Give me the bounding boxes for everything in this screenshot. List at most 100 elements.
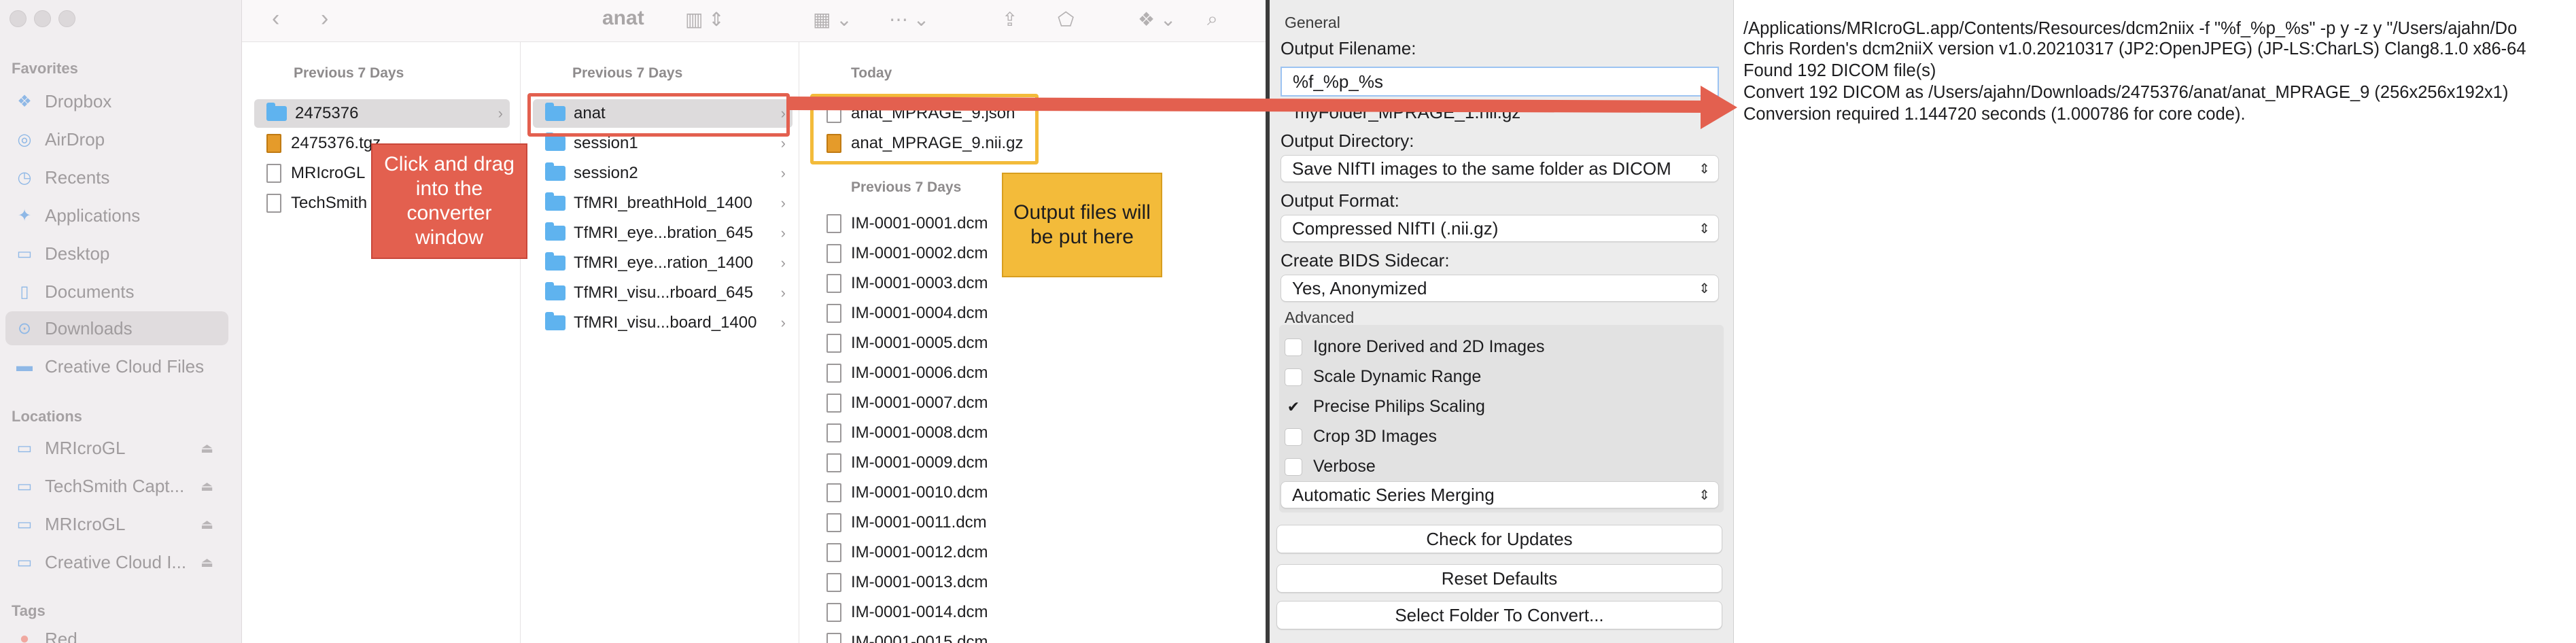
list-item[interactable]: session2 ›	[533, 159, 793, 188]
archive-icon	[266, 134, 281, 153]
list-item[interactable]: IM-0001-0006.dcm	[818, 359, 1049, 387]
list-item[interactable]: TfMRI_visu...rboard_645 ›	[533, 279, 793, 307]
finder-sidebar: Favorites ❖ Dropbox ◎ AirDrop ◷ Recents ✦ Ap…	[0, 0, 242, 643]
dicom-file-icon	[826, 364, 841, 383]
close-window-button[interactable]	[10, 10, 27, 27]
crop-3d-checkbox[interactable]: Crop 3D Images	[1285, 427, 1437, 447]
sidebar-item-applications[interactable]: ✦ Applications	[5, 198, 228, 232]
select-folder-button[interactable]: Select Folder To Convert...	[1276, 601, 1722, 629]
sidebar-item-airdrop[interactable]: ◎ AirDrop	[5, 122, 228, 156]
eject-icon[interactable]: ⏏	[201, 478, 213, 495]
list-item[interactable]: 2475376 ›	[254, 99, 510, 128]
chevron-right-icon: ›	[780, 194, 786, 211]
list-item[interactable]: TfMRI_visu...board_1400 ›	[533, 309, 793, 337]
sidebar-item-tag-red[interactable]: ● Red	[5, 625, 228, 643]
output-directory-select[interactable]: Save NIfTI images to the same folder as …	[1281, 155, 1719, 182]
reset-defaults-button[interactable]: Reset Defaults	[1276, 564, 1722, 593]
folder-icon	[545, 192, 565, 211]
finder-window: Favorites ❖ Dropbox ◎ AirDrop ◷ Recents ✦ Ap…	[0, 0, 1266, 643]
sidebar-item-creative-cloud[interactable]: ▬ Creative Cloud Files	[5, 349, 228, 383]
list-item[interactable]: IM-0001-0011.dcm	[818, 508, 1049, 537]
dicom-file-icon	[826, 423, 841, 442]
sidebar-item-downloads[interactable]: ⊙ Downloads	[5, 311, 228, 345]
ignore-derived-checkbox[interactable]: Ignore Derived and 2D Images	[1285, 337, 1544, 357]
red-tag-icon: ●	[19, 629, 30, 643]
conversion-log[interactable]: /Applications/MRIcroGL.app/Contents/Reso…	[1733, 0, 2576, 643]
eject-icon[interactable]: ⏏	[201, 554, 213, 571]
list-item[interactable]: IM-0001-0012.dcm	[818, 538, 1049, 567]
search-icon[interactable]: ⌕	[1207, 8, 1218, 31]
eject-icon[interactable]: ⏏	[201, 516, 213, 533]
bids-sidecar-label: Create BIDS Sidecar:	[1281, 250, 1450, 271]
back-icon[interactable]: ‹	[272, 5, 279, 32]
verbose-checkbox[interactable]: Verbose	[1285, 457, 1376, 476]
precise-philips-scaling-checkbox[interactable]: ✔ Precise Philips Scaling	[1285, 397, 1485, 417]
airdrop-icon: ◎	[17, 130, 32, 149]
sidebar-item-location[interactable]: ▭ MRIcroGL ⏏	[5, 431, 228, 465]
folder-icon	[545, 312, 565, 330]
eject-icon[interactable]: ⏏	[201, 440, 213, 457]
checkbox[interactable]	[1285, 428, 1302, 446]
list-item[interactable]: IM-0001-0008.dcm	[818, 419, 1049, 447]
zoom-window-button[interactable]	[58, 10, 75, 27]
checkbox[interactable]	[1285, 457, 1302, 476]
view-columns-icon[interactable]: ▥ ⇕	[685, 8, 725, 31]
column-heading: Previous 7 Days	[572, 65, 683, 81]
finder-column-1: Previous 7 Days 2475376 › 2475376.tgz MRI…	[242, 42, 521, 643]
sidebar-item-documents[interactable]: ▯ Documents	[5, 275, 228, 309]
locations-heading: Locations	[12, 408, 82, 425]
folder-icon	[545, 162, 565, 181]
tags-heading: Tags	[12, 602, 46, 619]
list-item[interactable]: IM-0001-0005.dcm	[818, 329, 1049, 358]
sidebar-item-location[interactable]: ▭ Creative Cloud I... ⏏	[5, 545, 228, 579]
list-item[interactable]: IM-0001-0007.dcm	[818, 389, 1049, 417]
chevron-right-icon: ›	[780, 254, 786, 271]
checkbox[interactable]	[1285, 338, 1302, 356]
output-filename-field[interactable]: %f_%p_%s	[1281, 67, 1719, 97]
list-item[interactable]: IM-0001-0004.dcm	[818, 299, 1049, 328]
list-item[interactable]: TfMRI_breathHold_1400 ›	[533, 189, 793, 218]
folder-icon: ▬	[16, 357, 33, 375]
checkbox[interactable]	[1285, 368, 1302, 386]
bids-sidecar-select[interactable]: Yes, Anonymized ⇕	[1281, 275, 1719, 302]
log-line: Chris Rorden's dcm2niiX version v1.0.202…	[1743, 39, 2526, 58]
sidebar-item-recents[interactable]: ◷ Recents	[5, 160, 228, 194]
output-directory-label: Output Directory:	[1281, 131, 1414, 151]
dicom-file-icon	[826, 394, 841, 413]
dropbox-menu-icon[interactable]: ❖ ⌄	[1138, 8, 1176, 31]
general-heading: General	[1285, 14, 1340, 31]
minimize-window-button[interactable]	[34, 10, 51, 27]
output-format-select[interactable]: Compressed NIfTI (.nii.gz) ⇕	[1281, 215, 1719, 242]
list-item[interactable]: IM-0001-0009.dcm	[818, 449, 1049, 477]
list-item[interactable]: IM-0001-0010.dcm	[818, 479, 1049, 507]
sidebar-item-location[interactable]: ▭ TechSmith Capt... ⏏	[5, 469, 228, 503]
log-line: Convert 192 DICOM as /Users/ajahn/Downlo…	[1743, 83, 2509, 102]
window-title: anat	[602, 7, 644, 29]
tag-icon[interactable]: ⬠	[1058, 8, 1074, 31]
sidebar-item-dropbox[interactable]: ❖ Dropbox	[5, 84, 228, 118]
sidebar-item-desktop[interactable]: ▭ Desktop	[5, 237, 228, 271]
list-item[interactable]: IM-0001-0013.dcm	[818, 568, 1049, 597]
folder-icon	[545, 133, 565, 151]
dicom-file-icon	[826, 214, 841, 233]
group-icon[interactable]: ▦ ⌄	[813, 8, 852, 31]
series-merging-select[interactable]: Automatic Series Merging ⇕	[1281, 481, 1719, 508]
more-actions-icon[interactable]: ⋯ ⌄	[889, 8, 929, 31]
forward-icon[interactable]: ›	[321, 5, 328, 32]
checkbox-checked[interactable]: ✔	[1285, 398, 1302, 416]
list-item[interactable]: TfMRI_eye...bration_645 ›	[533, 219, 793, 247]
list-item[interactable]: IM-0001-0015.dcm	[818, 628, 1049, 643]
output-format-label: Output Format:	[1281, 190, 1399, 211]
list-item[interactable]: TfMRI_eye...ration_1400 ›	[533, 249, 793, 277]
check-updates-button[interactable]: Check for Updates	[1276, 525, 1722, 553]
dicom-file-icon	[826, 633, 841, 643]
share-icon[interactable]: ⇪	[1002, 8, 1017, 31]
list-item[interactable]: IM-0001-0014.dcm	[818, 598, 1049, 627]
sidebar-item-location[interactable]: ▭ MRIcroGL ⏏	[5, 507, 228, 541]
folder-icon	[545, 222, 565, 241]
document-icon: ▯	[20, 282, 29, 301]
dicom-file-icon	[826, 304, 841, 323]
dicom-file-icon	[826, 543, 841, 562]
dicom-file-icon	[826, 483, 841, 502]
scale-dynamic-range-checkbox[interactable]: Scale Dynamic Range	[1285, 367, 1481, 387]
